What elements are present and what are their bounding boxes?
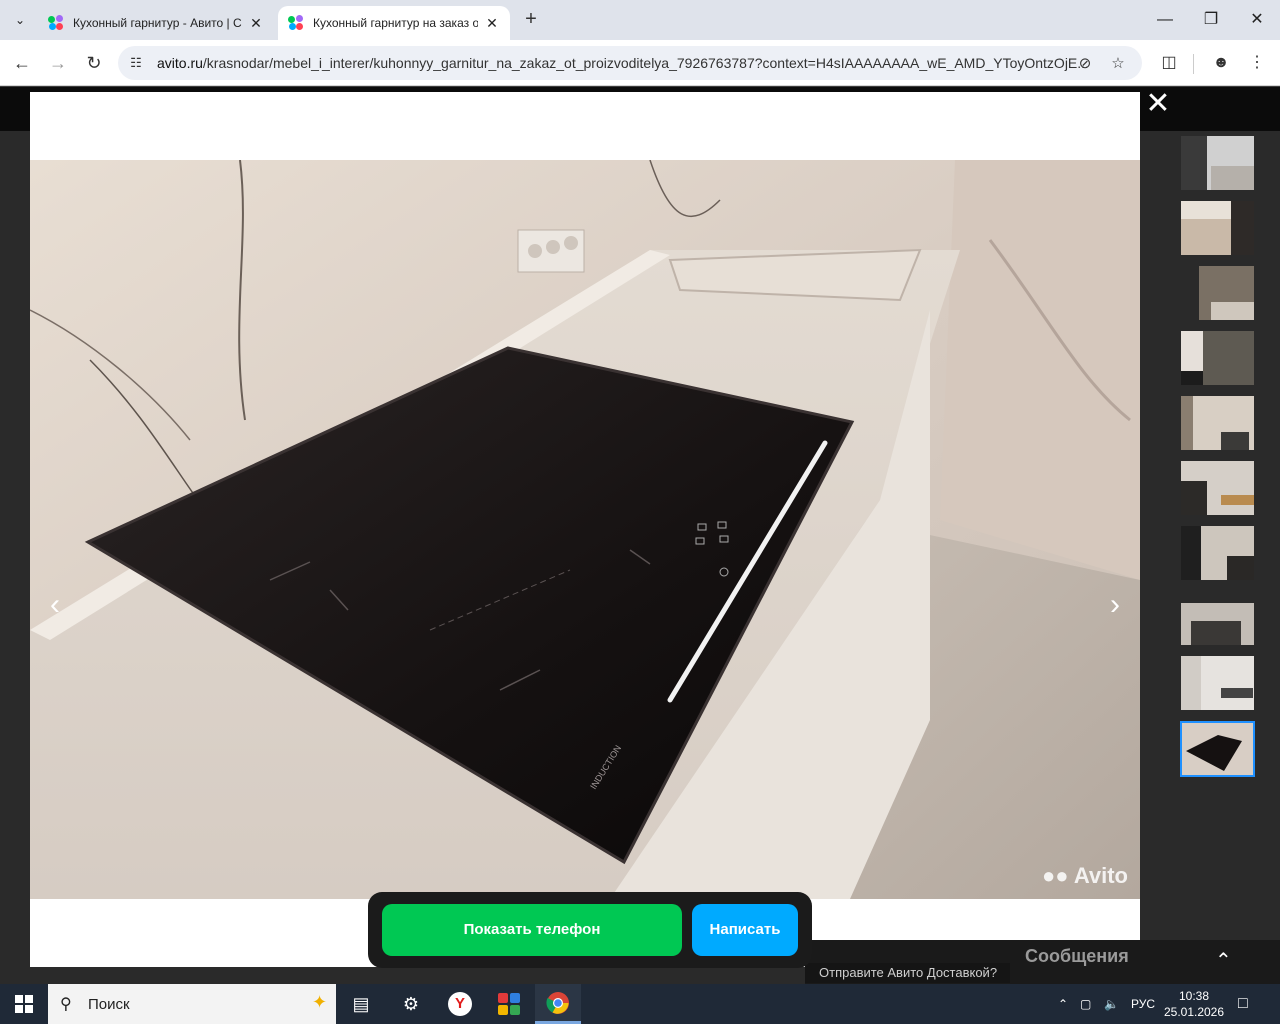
tab-close-icon[interactable]: ✕ [248,15,264,32]
avito-watermark: ●● Avito [1041,863,1128,888]
close-gallery-button[interactable]: ✕ [1144,89,1172,119]
system-clock[interactable]: 10:38 25.01.2026 [1162,988,1226,1020]
close-icon: ✕ [1145,87,1171,120]
tab-title: Кухонный гарнитур на заказ о [313,16,478,30]
bookmark-star-icon[interactable]: ☆ [1107,53,1129,75]
search-icon: ⚲ [60,996,72,1013]
settings-app[interactable]: ⚙ [388,984,434,1024]
puzzle-icon: ◫ [1161,54,1177,71]
thumbnail-9[interactable] [1181,656,1254,710]
speaker-icon: 🔈 [1104,997,1119,1011]
arrow-left-icon: ← [13,53,31,73]
url-text[interactable]: avito.ru/krasnodar/mebel_i_interer/kuhon… [157,55,1087,71]
windows-logo-icon [15,995,33,1013]
notification-icon: □ [1238,995,1248,1012]
search-placeholder: Поиск [88,996,130,1013]
avito-favicon-icon [288,15,304,31]
notifications-button[interactable]: □ [1238,984,1248,1024]
chevron-down-icon: ⌄ [14,13,26,27]
start-button[interactable] [0,984,48,1024]
thumbnail-8[interactable] [1181,591,1254,645]
thumbnail-10-selected[interactable] [1180,721,1255,777]
delivery-prompt[interactable]: Отправите Авито Доставкой? [805,963,1010,983]
chevron-up-icon: ⌃ [1058,997,1069,1011]
profile-button[interactable]: ☻ [1209,52,1233,76]
chrome-icon [546,991,569,1014]
extensions-button[interactable]: ◫ [1157,52,1181,76]
chevron-right-icon: › [1110,588,1120,621]
contact-actions: Показать телефон Написать [368,892,812,968]
browser-menu-button[interactable]: ⋮ [1245,52,1269,76]
volume-control[interactable]: 🔈 [1104,984,1119,1024]
forward-button[interactable]: → [45,50,71,76]
thumbnail-3[interactable] [1181,266,1254,320]
new-tab-button[interactable]: + [520,8,542,32]
tab-avito-list[interactable]: Кухонный гарнитур - Авито | С ✕ [38,6,274,40]
yandex-browser-app[interactable]: Y [437,984,483,1024]
show-hidden-icons[interactable]: ⌃ [1058,984,1068,1024]
tab-close-icon[interactable]: ✕ [484,15,500,32]
messages-panel: Отправите Авито Доставкой? Сообщения ⌃ [805,940,1280,984]
reload-icon: ↻ [86,53,102,73]
minimize-icon: — [1157,11,1173,28]
thumbnail-4[interactable] [1181,331,1254,385]
sparkle-icon: ✦ [312,992,328,1012]
windows-taskbar: ⚲ Поиск ✦ ▤ ⚙ Y ⌃ ▢ 🔈 РУС 10:38 25.01.20… [0,984,1280,1024]
taskbar-search[interactable]: ⚲ Поиск ✦ [48,984,336,1024]
avito-favicon-icon [48,15,64,31]
network-status[interactable]: ▢ [1080,984,1091,1024]
url-domain: avito.ru [157,55,203,71]
tab-title: Кухонный гарнитур - Авито | С [73,16,242,30]
close-window-button[interactable]: ✕ [1234,6,1280,34]
thumbnail-6[interactable] [1181,461,1254,515]
site-info-icon[interactable]: ☷ [126,53,146,73]
colorful-app-icon [498,993,520,1015]
tab-avito-item[interactable]: Кухонный гарнитур на заказ о ✕ [278,6,510,40]
chevron-up-icon[interactable]: ⌃ [1215,948,1232,973]
clock-date: 25.01.2026 [1163,1005,1225,1019]
language-indicator[interactable]: РУС [1131,984,1155,1024]
tab-search-button[interactable]: ⌄ [8,8,32,32]
task-view-button[interactable]: ▤ [338,984,384,1024]
restore-button[interactable]: ❐ [1188,6,1234,34]
kebab-icon: ⋮ [1249,54,1265,71]
restore-icon: ❐ [1203,11,1219,28]
next-photo-button[interactable]: › [1100,585,1130,625]
plus-icon: + [525,8,537,30]
minimize-button[interactable]: — [1142,6,1188,34]
main-photo[interactable]: INDUCTION ●● Avito ‹ › [30,160,1140,899]
reload-button[interactable]: ↻ [81,50,107,76]
gallery-modal: INDUCTION ●● Avito ‹ › [30,92,1140,967]
close-icon: ✕ [1250,11,1264,28]
yandex-icon: Y [448,992,472,1016]
account-icon: ☻ [1212,54,1230,71]
network-icon: ▢ [1080,997,1092,1011]
kitchen-cooktop-image: INDUCTION [30,160,1140,899]
toolbar-divider [1193,54,1194,74]
clock-time: 10:38 [1178,989,1210,1003]
arrow-right-icon: → [49,53,67,73]
prev-photo-button[interactable]: ‹ [40,585,70,625]
gear-icon: ⚙ [402,993,420,1014]
write-message-button[interactable]: Написать [692,904,798,956]
thumbnail-5[interactable] [1181,396,1254,450]
page-viewport: INDUCTION ●● Avito ‹ › ✕ Отправите Авито… [0,87,1280,984]
tab-strip: ⌄ Кухонный гарнитур - Авито | С ✕ Кухонн… [0,0,1280,40]
eye-off-icon[interactable]: ⊘ [1074,53,1096,75]
thumbnail-7[interactable] [1181,526,1254,580]
messages-title[interactable]: Сообщения [1025,946,1129,967]
url-path: /krasnodar/mebel_i_interer/kuhonnyy_garn… [202,55,1087,71]
address-bar[interactable]: ☷ avito.ru/krasnodar/mebel_i_interer/kuh… [118,46,1142,80]
task-view-icon: ▤ [352,993,370,1014]
chrome-app[interactable] [535,984,581,1024]
thumbnail-1[interactable] [1181,136,1254,190]
show-phone-button[interactable]: Показать телефон [382,904,682,956]
back-button[interactable]: ← [9,50,35,76]
chevron-left-icon: ‹ [50,588,60,621]
browser-toolbar: ← → ↻ ☷ avito.ru/krasnodar/mebel_i_inter… [0,40,1280,86]
app-grid-app[interactable] [486,984,532,1024]
thumbnail-2[interactable] [1181,201,1254,255]
